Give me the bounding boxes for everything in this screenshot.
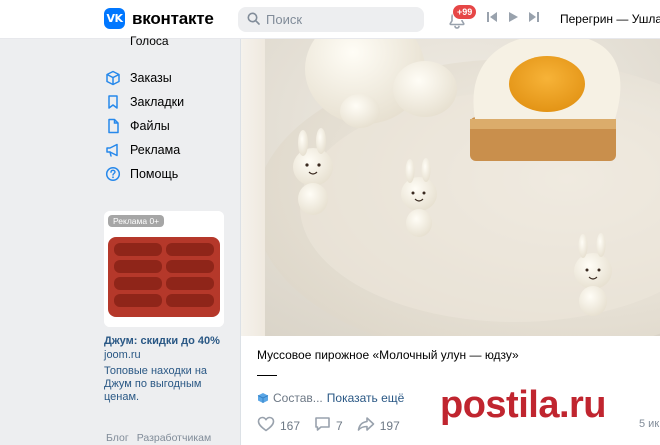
sidebar-item-label: Заказы [130,71,172,85]
comment-count: 7 [336,418,343,433]
sidebar-item-help[interactable]: Помощь [104,164,178,184]
ad-domain[interactable]: joom.ru [104,349,224,361]
file-icon [104,117,122,135]
sidebar-item-ads[interactable]: Реклама [104,140,180,160]
vk-logo-mark: VK [104,8,125,29]
like-count: 167 [280,418,301,433]
sidebar-item-voices-partial[interactable]: Голоса [104,34,169,46]
heart-icon [257,416,275,435]
share-icon [357,416,375,435]
sidebar-item-label: Реклама [130,143,181,157]
box-icon [104,69,122,87]
ad-title[interactable]: Джум: скидки до 40% [104,335,224,347]
post-actions: 167 7 197 [257,416,400,435]
postila-watermark: postila.ru [440,384,607,426]
show-more-link[interactable]: Показать ещё [327,391,405,405]
share-count: 197 [379,418,400,433]
audio-player-controls [486,11,540,23]
caption-divider [257,375,277,376]
sidebar-item-orders[interactable]: Заказы [104,68,172,88]
post-view-time: 5 ик [639,418,660,430]
post-composition-line: Состав... Показать ещё [257,391,404,405]
photo-left-edge [241,39,265,336]
share-button[interactable]: 197 [357,416,400,435]
sidebar-item-bookmarks[interactable]: Закладки [104,92,184,112]
post-caption: Муссовое пирожное «Молочный улун — юдзу» [257,348,519,362]
vk-logo[interactable]: VK вконтакте [104,8,214,29]
silicone-mold-image [104,211,224,327]
previous-track-icon[interactable] [486,11,498,23]
top-header: VK вконтакте +99 Перегрин — Ушла гу [0,0,660,39]
footer-link-blog[interactable]: Блог [106,432,129,444]
comment-button[interactable]: 7 [314,416,343,435]
dessert-photo-image [265,39,660,336]
sidebar-ad[interactable]: Реклама 0+ Джум: скидки до 40% joom.ru Т… [104,211,224,404]
cube-emoji-icon [257,392,269,404]
help-icon [104,165,122,183]
search-input[interactable] [266,12,416,27]
footer-links: Блог Разработчикам [106,432,211,444]
search-box[interactable] [238,7,424,32]
ad-description[interactable]: Топовые находки на Джум по выгодным цена… [104,365,224,404]
composition-text: Состав... [273,391,323,405]
next-track-icon[interactable] [528,11,540,23]
post-photo[interactable] [265,39,660,336]
sidebar-item-label: Файлы [130,119,170,133]
sidebar-item-label: Закладки [130,95,185,109]
sidebar-item-files[interactable]: Файлы [104,116,170,136]
comment-icon [314,416,331,435]
search-icon [247,12,260,28]
megaphone-icon [104,141,122,159]
ad-image[interactable]: Реклама 0+ [104,211,224,327]
like-button[interactable]: 167 [257,416,300,435]
ad-label-badge: Реклама 0+ [108,215,165,227]
footer-link-developers[interactable]: Разработчикам [137,432,212,444]
notifications-badge: +99 [452,4,478,20]
play-icon[interactable] [507,11,519,23]
current-track-title[interactable]: Перегрин — Ушла гу [560,12,660,26]
bookmark-icon [104,93,122,111]
vk-logo-text: вконтакте [132,8,214,28]
sidebar-item-label: Помощь [130,167,179,181]
